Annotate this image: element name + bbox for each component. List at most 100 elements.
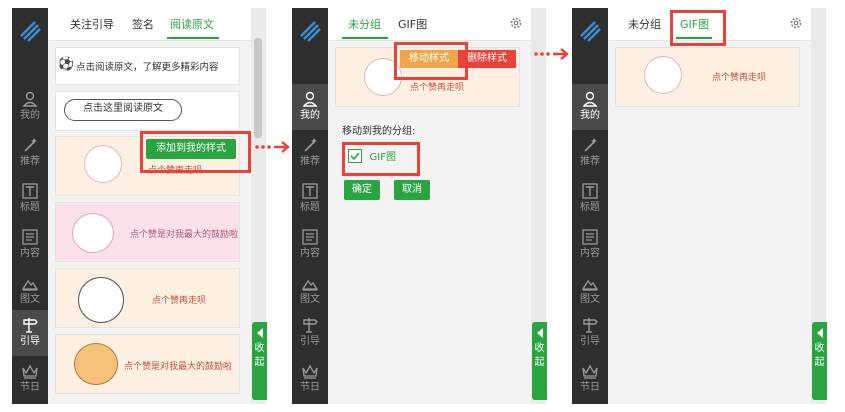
sidebar-item-label: 我的 bbox=[20, 110, 40, 121]
sidebar-item-image[interactable]: 图文 bbox=[12, 268, 48, 314]
tab-follow-guide[interactable]: 关注引导 bbox=[70, 16, 114, 32]
sidebar-item-mine[interactable]: 我的 bbox=[572, 84, 608, 130]
scrollbar-thumb[interactable] bbox=[254, 38, 262, 138]
sidebar-item-label: 图文 bbox=[20, 294, 40, 305]
sidebar-item-title[interactable]: 标题 bbox=[292, 176, 328, 222]
sidebar-item-label: 标题 bbox=[580, 202, 600, 213]
dotted-arrow-icon bbox=[255, 141, 290, 153]
cancel-button[interactable]: 取消 bbox=[394, 180, 430, 200]
sidebar-item-label: 图文 bbox=[580, 294, 600, 305]
card-text: 点个赞是对我最大的鼓励啦 bbox=[130, 230, 239, 240]
sidebar-item-guide[interactable]: 引导 bbox=[12, 310, 48, 356]
content-doc-icon bbox=[22, 229, 38, 245]
sidebar-item-festival[interactable]: 节日 bbox=[292, 356, 328, 402]
sidebar-item-content[interactable]: 内容 bbox=[292, 222, 328, 268]
image-mountain-icon bbox=[21, 279, 39, 291]
sidebar-item-festival[interactable]: 节日 bbox=[572, 356, 608, 402]
sidebar-1: 我的 推荐 标题 内容 图文 引导 节日 bbox=[12, 8, 48, 404]
tab-bar: 未分组 GIF图 bbox=[328, 8, 531, 41]
logo-icon bbox=[300, 21, 321, 42]
sidebar-item-label: 推荐 bbox=[300, 156, 320, 167]
style-card[interactable]: 点个赞再走呗 bbox=[615, 47, 800, 107]
sidebar-3: 我的 推荐 标题 内容 图文 引导 节日 bbox=[572, 8, 608, 404]
style-card[interactable]: 点个赞再走呗 bbox=[55, 268, 240, 328]
highlight-box bbox=[394, 42, 468, 80]
sidebar-item-label: 推荐 bbox=[20, 156, 40, 167]
title-t-icon bbox=[22, 183, 38, 199]
style-panel-1: 关注引导 签名 阅读原文 ⚽ 点击阅读原文，了解更多精彩内容 点击这里阅读原文 … bbox=[48, 8, 251, 404]
confirm-button[interactable]: 确定 bbox=[344, 180, 380, 200]
chevron-left-icon bbox=[536, 328, 543, 338]
sidebar-item-label: 标题 bbox=[300, 202, 320, 213]
collapse-button[interactable]: 收 起 bbox=[812, 322, 827, 400]
sidebar-item-title[interactable]: 标题 bbox=[572, 176, 608, 222]
sidebar-item-content[interactable]: 内容 bbox=[12, 222, 48, 268]
highlight-box bbox=[670, 10, 726, 46]
content-doc-icon bbox=[302, 229, 318, 245]
gear-icon[interactable] bbox=[509, 16, 523, 30]
shiba-sticker bbox=[74, 343, 118, 385]
sidebar-item-recommend[interactable]: 推荐 bbox=[292, 130, 328, 176]
sidebar-item-label: 引导 bbox=[300, 336, 320, 347]
crown-icon bbox=[302, 364, 318, 379]
sidebar-item-label: 引导 bbox=[20, 336, 40, 347]
cat-sticker bbox=[72, 213, 114, 253]
sidebar-item-label: 标题 bbox=[20, 202, 40, 213]
image-mountain-icon bbox=[581, 279, 599, 291]
sidebar-item-image[interactable]: 图文 bbox=[292, 268, 328, 314]
read-original-bubble-card[interactable]: 点击这里阅读原文 bbox=[55, 91, 240, 131]
sidebar-2: 我的 推荐 标题 内容 图文 引导 节日 bbox=[292, 8, 328, 404]
girl-sticker bbox=[84, 145, 122, 183]
user-icon bbox=[582, 91, 598, 107]
user-icon bbox=[302, 91, 318, 107]
highlight-box bbox=[140, 131, 251, 173]
card-text: 点个赞再走呗 bbox=[152, 296, 207, 306]
style-panel-3: 未分组 GIF图 点个赞再走呗 bbox=[608, 8, 811, 404]
sidebar-item-title[interactable]: 标题 bbox=[12, 176, 48, 222]
tab-signature[interactable]: 签名 bbox=[132, 16, 154, 32]
chevron-left-icon bbox=[816, 328, 823, 338]
sidebar-item-mine[interactable]: 我的 bbox=[292, 84, 328, 130]
sidebar-item-guide[interactable]: 引导 bbox=[292, 310, 328, 356]
style-panel-2: 未分组 GIF图 点个赞再走呗 移动样式 删除样式 移动到我的分组: GIF图 … bbox=[328, 8, 531, 404]
sidebar-item-label: 内容 bbox=[300, 248, 320, 259]
speech-bubble: 点击这里阅读原文 bbox=[64, 99, 182, 121]
collapse-button[interactable]: 收 起 bbox=[532, 322, 547, 400]
tab-ungrouped[interactable]: 未分组 bbox=[628, 16, 661, 32]
active-tab-underline bbox=[342, 37, 388, 39]
sidebar-item-label: 内容 bbox=[580, 248, 600, 259]
chevron-left-icon bbox=[256, 328, 263, 338]
sidebar-item-guide[interactable]: 引导 bbox=[572, 310, 608, 356]
card-text: 点个赞是对我最大的鼓励啦 bbox=[124, 362, 233, 372]
magic-wand-icon bbox=[304, 138, 317, 152]
read-original-banner-card[interactable]: ⚽ 点击阅读原文，了解更多精彩内容 bbox=[55, 47, 240, 85]
style-card[interactable]: 点个赞是对我最大的鼓励啦 bbox=[55, 202, 240, 262]
user-icon bbox=[22, 91, 38, 107]
gear-icon[interactable] bbox=[789, 16, 803, 30]
tab-ungrouped[interactable]: 未分组 bbox=[348, 16, 381, 32]
sidebar-item-mine[interactable]: 我的 bbox=[12, 84, 48, 130]
tab-bar: 关注引导 签名 阅读原文 bbox=[48, 8, 251, 41]
sidebar-item-image[interactable]: 图文 bbox=[572, 268, 608, 314]
style-card[interactable]: 点个赞是对我最大的鼓励啦 bbox=[55, 334, 240, 394]
sidebar-item-recommend[interactable]: 推荐 bbox=[572, 130, 608, 176]
sidebar-item-content[interactable]: 内容 bbox=[572, 222, 608, 268]
sidebar-item-festival[interactable]: 节日 bbox=[12, 356, 48, 402]
signpost-icon bbox=[303, 318, 318, 333]
tab-gif[interactable]: GIF图 bbox=[398, 16, 427, 32]
sidebar-item-recommend[interactable]: 推荐 bbox=[12, 130, 48, 176]
title-t-icon bbox=[582, 183, 598, 199]
content-doc-icon bbox=[582, 229, 598, 245]
signpost-icon bbox=[23, 318, 38, 333]
sidebar-item-label: 节日 bbox=[20, 382, 40, 393]
soccer-ball-icon: ⚽ bbox=[58, 57, 75, 72]
collapse-button[interactable]: 收 起 bbox=[252, 322, 267, 400]
arrow-indicator bbox=[532, 46, 572, 65]
banner-text: 点击阅读原文，了解更多精彩内容 bbox=[76, 62, 219, 73]
crown-icon bbox=[582, 364, 598, 379]
sidebar-item-label: 节日 bbox=[580, 382, 600, 393]
sidebar-item-label: 我的 bbox=[300, 110, 320, 121]
sidebar-item-label: 图文 bbox=[300, 294, 320, 305]
magic-wand-icon bbox=[24, 138, 37, 152]
tab-read-original[interactable]: 阅读原文 bbox=[170, 16, 214, 32]
